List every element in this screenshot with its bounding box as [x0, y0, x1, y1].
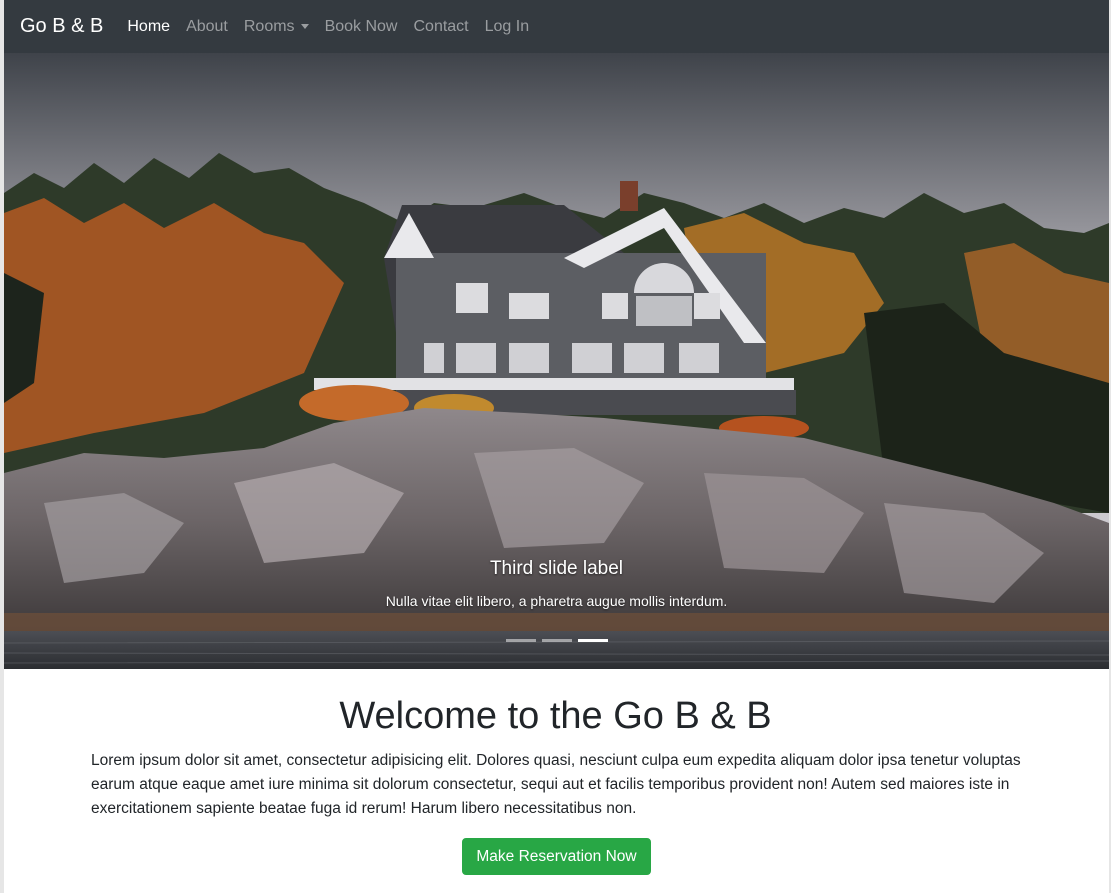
carousel-indicators: [4, 639, 1109, 642]
navbar: Go B & B Home About Rooms Book Now Conta…: [4, 0, 1109, 53]
nav-item-rooms-label: Rooms: [243, 17, 295, 35]
nav-item-book-now[interactable]: Book Now: [325, 18, 398, 36]
hero-carousel[interactable]: Third slide label Nulla vitae elit liber…: [4, 53, 1109, 669]
page-title: Welcome to the Go B & B: [339, 695, 772, 737]
nav-item-home[interactable]: Home: [127, 18, 170, 36]
make-reservation-button[interactable]: Make Reservation Now: [462, 838, 651, 875]
intro-paragraph: Lorem ipsum dolor sit amet, consectetur …: [91, 752, 1021, 817]
carousel-indicator-2[interactable]: [541, 639, 572, 642]
nav-item-rooms[interactable]: Rooms: [244, 18, 309, 36]
navbar-brand[interactable]: Go B & B: [20, 15, 103, 38]
nav-item-about[interactable]: About: [186, 18, 228, 36]
carousel-caption-title: Third slide label: [489, 558, 624, 579]
carousel-indicator-1[interactable]: [505, 639, 536, 642]
carousel-indicator-3[interactable]: [577, 639, 608, 642]
nav-item-contact[interactable]: Contact: [413, 18, 468, 36]
chevron-down-icon: [300, 24, 309, 29]
carousel-caption-text: Nulla vitae elit libero, a pharetra augu…: [385, 593, 728, 609]
nav-item-log-in[interactable]: Log In: [485, 18, 529, 36]
